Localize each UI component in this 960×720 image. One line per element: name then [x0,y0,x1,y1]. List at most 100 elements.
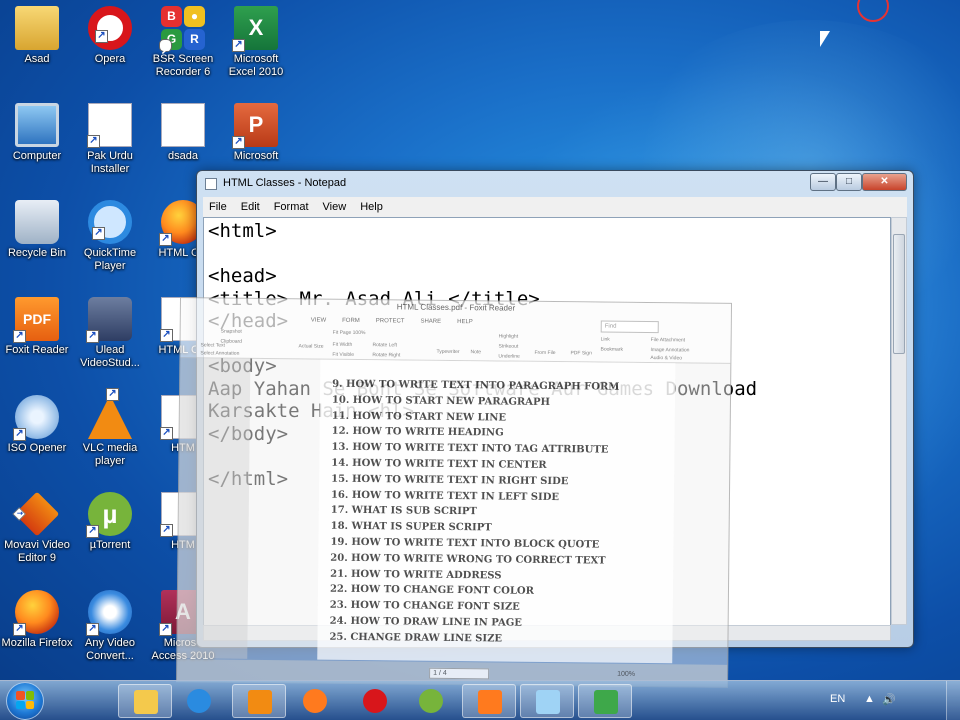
zoom-select[interactable]: 100% [353,330,366,336]
desktop-icon[interactable]: PDF ↗ Foxit Reader [0,297,74,357]
desktop-icon[interactable]: dsada [146,103,220,163]
desktop-icon[interactable]: ↗ QuickTime Player [73,200,147,273]
taskbar-item[interactable] [348,684,402,718]
tool-strikeout[interactable]: Strikeout [499,343,519,349]
desktop-icon[interactable]: B ● G R ↗ BSR Screen Recorder 6 [146,6,220,79]
start-button[interactable] [4,681,48,720]
tab-view[interactable]: VIEW [311,317,326,323]
shortcut-arrow-icon: ↗ [106,388,119,401]
tool-rotate-left[interactable]: Rotate Left [373,342,398,348]
tool-rotate-right[interactable]: Rotate Right [372,352,400,358]
tool-fit-width[interactable]: Fit Width [333,342,353,348]
taskbar-item[interactable] [578,684,632,718]
user-folder-icon [15,6,59,50]
tab-share[interactable]: SHARE [420,319,441,325]
excel-icon: X ↗ [232,6,278,52]
zoom-level: 100% [617,670,636,678]
tab-help[interactable]: HELP [457,319,473,325]
desktop-icon[interactable]: ↗ Movavi Video Editor 9 [0,491,74,565]
firefox-icon [303,689,327,713]
menu-file[interactable]: File [209,201,227,213]
title-bar[interactable]: HTML Classes - Notepad — □ ✕ [197,171,913,197]
tab-protect[interactable]: PROTECT [376,318,405,324]
speaker-icon[interactable]: 🔊 [882,693,896,706]
shortcut-arrow-icon: ↗ [232,136,245,149]
opera-icon: ↗ [88,6,132,50]
tool-from-file[interactable]: From File [534,350,555,356]
tool-typewriter[interactable]: Typewriter [436,349,459,355]
taskbar-item[interactable] [520,684,574,718]
desktop-icon[interactable]: ↗ ISO Opener [0,395,74,455]
pdf-topic-list: 9. HOW TO WRITE TEXT INTO PARAGRAPH FORM… [329,377,619,649]
text-file-icon [161,103,205,147]
tool-actual-size[interactable]: Actual Size [298,343,323,349]
windows-flag-icon [16,691,34,709]
desktop-icon[interactable]: Computer [0,103,74,163]
tool-image-annotation[interactable]: Image Annotation [650,347,689,353]
desktop-icon[interactable]: ↗ Pak Urdu Installer [73,103,147,176]
foxit-icon [478,690,502,714]
desktop-icon-label: Ulead VideoStud... [80,344,140,369]
tool-select-text[interactable]: Select Text [200,342,224,348]
iso-opener-icon: ↗ [13,395,59,441]
firefox-doc-icon: ↗ [87,103,132,148]
taskbar-item[interactable] [288,684,342,718]
desktop-icon[interactable]: ↗ Opera [73,6,147,66]
shortcut-arrow-icon: ↗ [12,507,26,521]
desktop-icon-label: VLC media player [82,442,138,467]
desktop-icon[interactable]: Asad [0,6,74,66]
desktop-icon-label: µTorrent [89,539,131,551]
page-indicator[interactable]: 1 / 4 [429,667,490,680]
taskbar: EN ▲ 🔊 [0,680,960,720]
desktop-icon[interactable]: µ ↗ µTorrent [73,492,147,552]
tool-note[interactable]: Note [470,349,481,355]
vertical-scrollbar[interactable] [891,217,907,625]
scroll-thumb[interactable] [893,234,905,354]
tool-select-annotation[interactable]: Select Annotation [200,350,239,356]
language-indicator[interactable]: EN [830,693,845,705]
opera-icon [363,689,387,713]
system-tray: EN ▲ 🔊 [820,681,960,720]
menu-view[interactable]: View [323,201,347,213]
show-desktop-button[interactable] [946,681,960,720]
desktop-icon[interactable]: ↗ Any Video Convert... [73,590,147,663]
menu-help[interactable]: Help [360,201,383,213]
taskbar-item[interactable] [404,684,458,718]
menu-format[interactable]: Format [274,201,309,213]
taskbar-item[interactable] [232,684,286,718]
desktop-icon-label: Mozilla Firefox [1,637,73,649]
desktop-icon[interactable]: P ↗ Microsoft [219,103,293,163]
tool-pdf-sign[interactable]: PDF Sign [570,350,591,356]
tool-file-attachment[interactable]: File Attachment [651,337,686,343]
tool-underline[interactable]: Underline [498,353,519,359]
menu-edit[interactable]: Edit [241,201,260,213]
desktop-icon[interactable]: Recycle Bin [0,200,74,260]
minimize-button[interactable]: — [810,173,836,191]
ulead-icon: ↗ [86,297,132,343]
taskbar-item[interactable] [172,684,226,718]
tool-fit-visible[interactable]: Fit Visible [332,352,354,358]
close-button[interactable]: ✕ [862,173,907,191]
maximize-button[interactable]: □ [836,173,862,191]
shortcut-arrow-icon: ↗ [86,623,99,636]
tool-highlight[interactable]: Highlight [499,333,519,339]
taskbar-item[interactable] [118,684,172,718]
desktop-icon[interactable]: ↗ Ulead VideoStud... [73,297,147,370]
foxit-search-input[interactable]: Find [600,320,659,334]
desktop-icon[interactable]: ↗ VLC media player [73,388,147,468]
tool-fit-page[interactable]: Fit Page [333,330,352,336]
any-video-converter-icon: ↗ [86,590,132,636]
shortcut-arrow-icon: ↗ [160,524,173,537]
tool-snapshot[interactable]: Snapshot [221,329,242,335]
recycle-bin-icon [15,200,59,244]
tool-audio-video[interactable]: Audio & Video [650,355,682,361]
tool-bookmark[interactable]: Bookmark [600,347,623,353]
desktop-icon-label: dsada [168,150,198,162]
desktop-icon[interactable]: ↗ Mozilla Firefox [0,590,74,650]
tool-link[interactable]: Link [601,337,610,343]
desktop-icon-label: Microsoft Excel 2010 [228,53,284,78]
taskbar-item[interactable] [462,684,516,718]
desktop-icon[interactable]: X ↗ Microsoft Excel 2010 [219,6,293,79]
tray-expand-icon[interactable]: ▲ [864,693,875,705]
tab-form[interactable]: FORM [342,318,360,324]
